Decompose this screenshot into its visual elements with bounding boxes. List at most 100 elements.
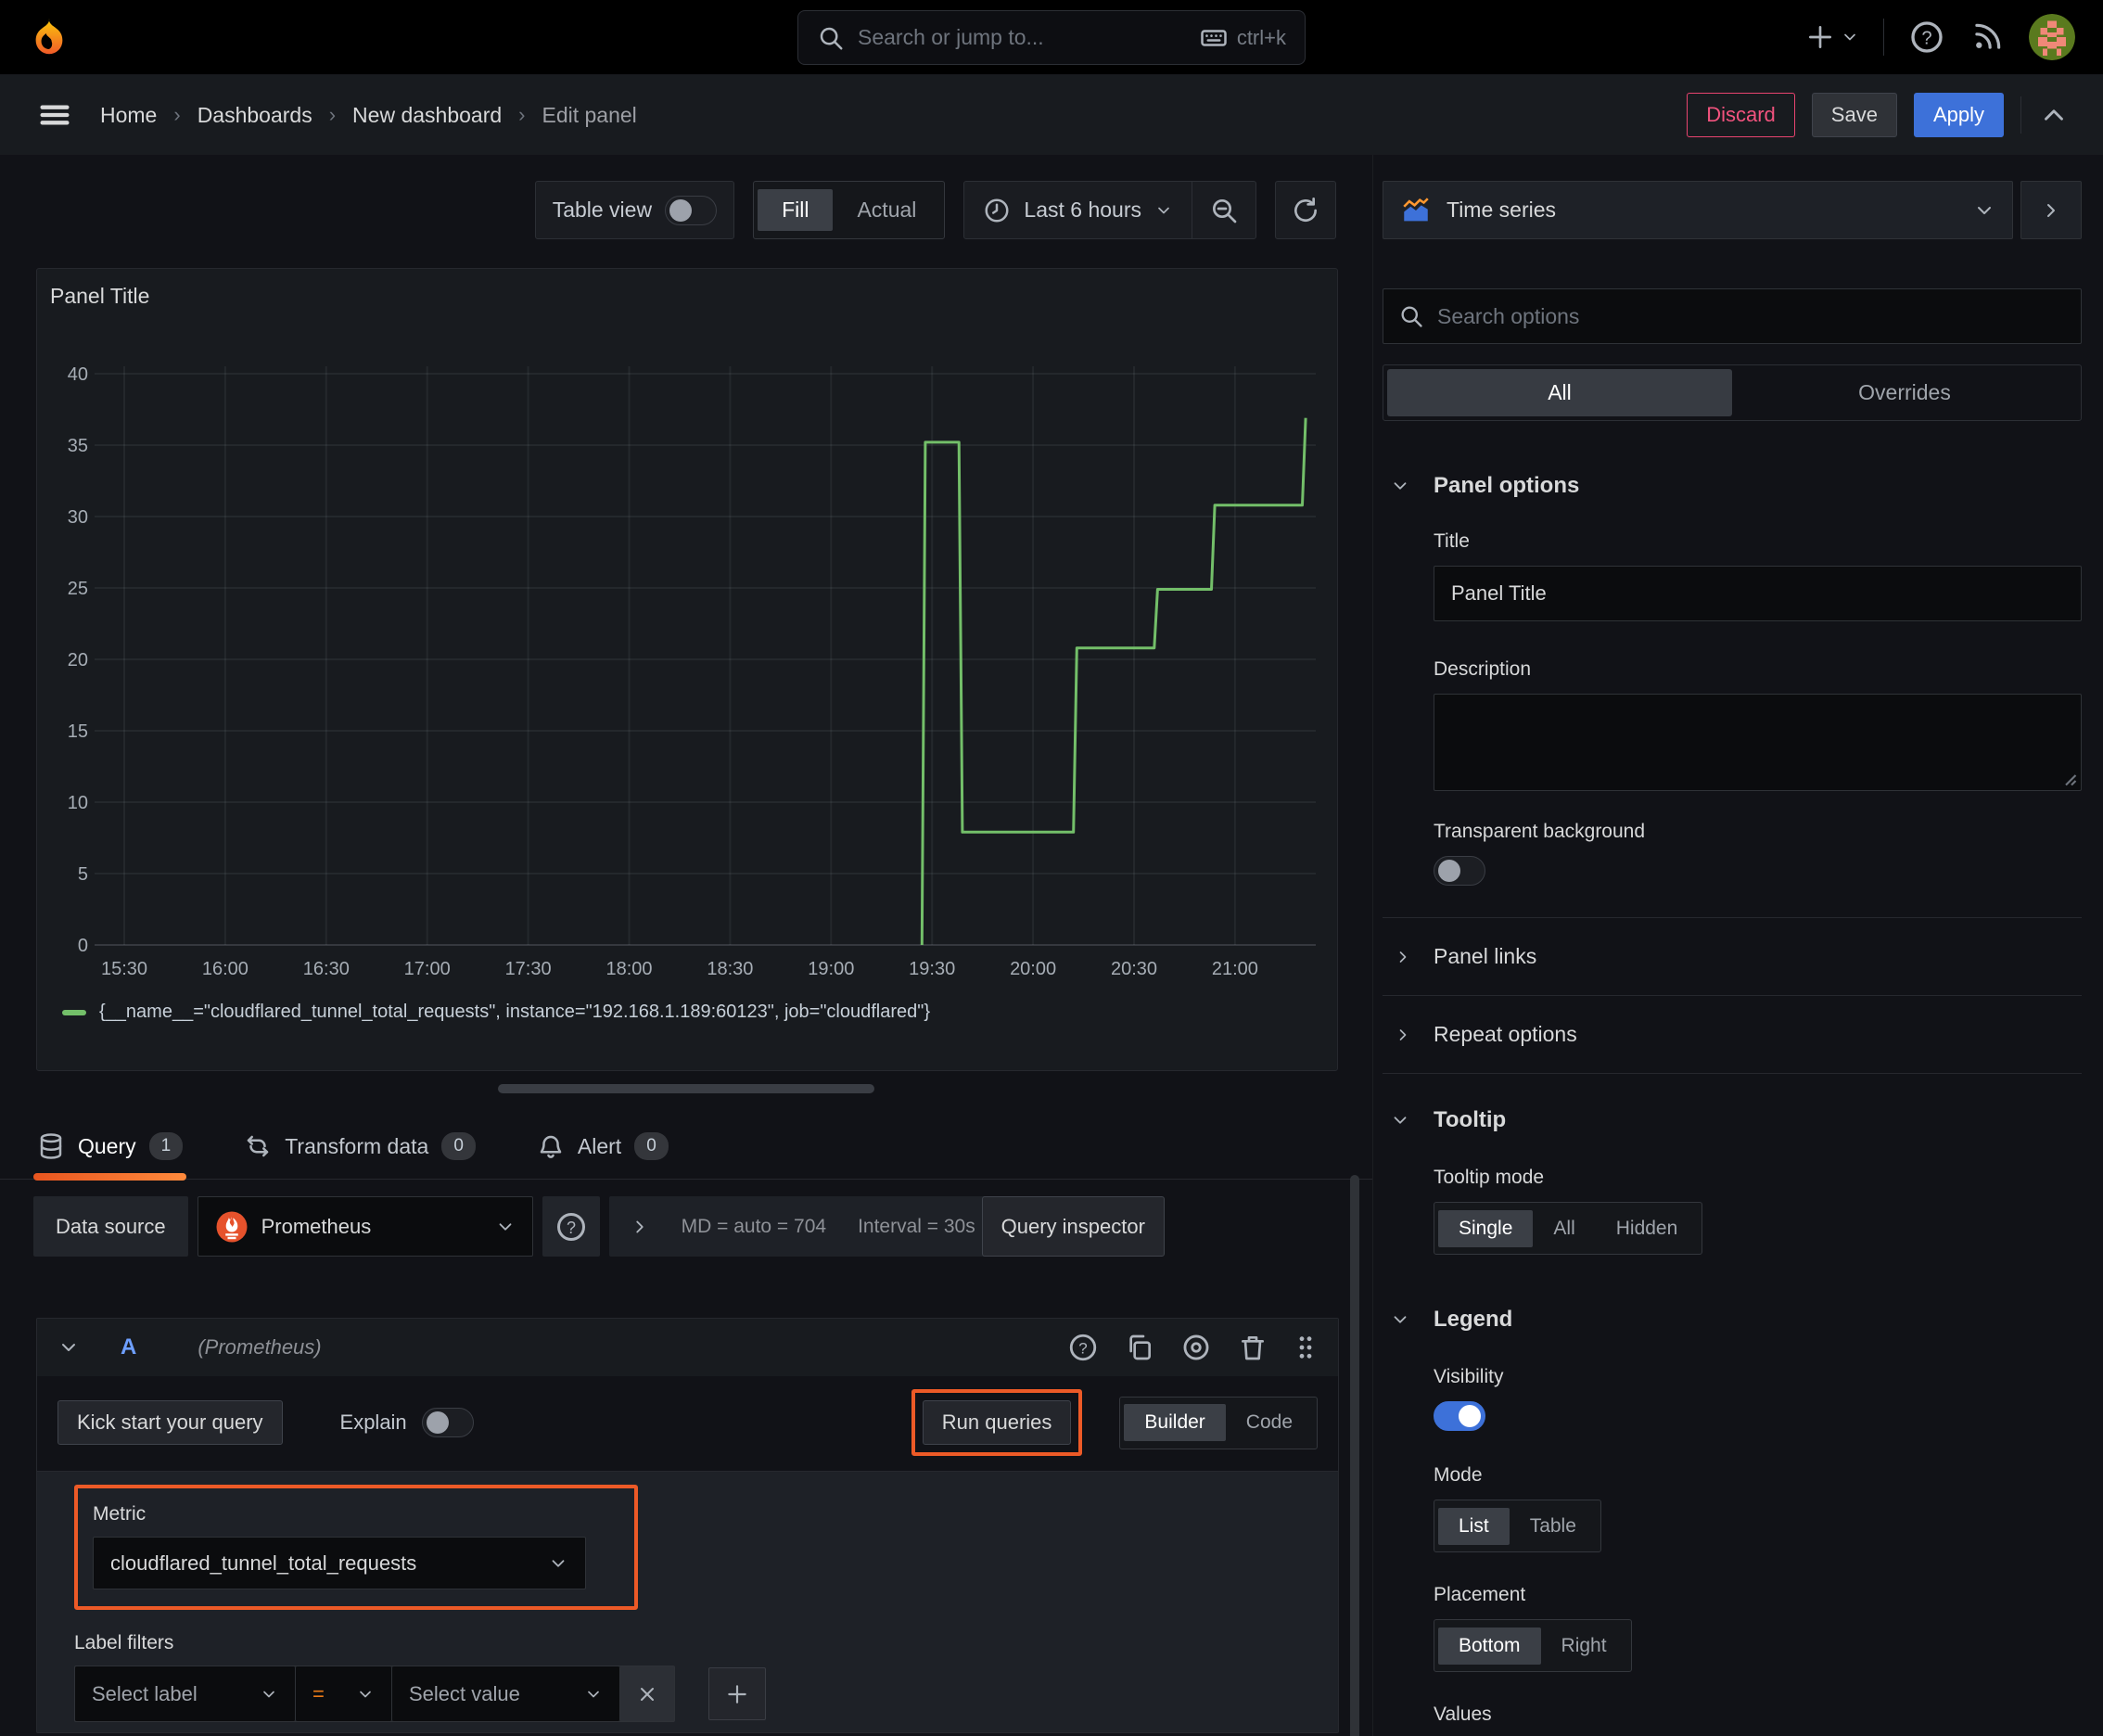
edit-panel-main: Table view Fill Actual Last 6 hours Pane… [0, 155, 1372, 1736]
legend-header[interactable]: Legend [1394, 1307, 2082, 1333]
panel-title-input[interactable] [1434, 566, 2082, 621]
tooltip-single-option[interactable]: Single [1438, 1209, 1534, 1247]
explain-label: Explain [339, 1410, 407, 1434]
user-avatar[interactable] [2029, 14, 2075, 60]
delete-query-trash-icon[interactable] [1238, 1333, 1268, 1362]
tooltip-hidden-option[interactable]: Hidden [1596, 1210, 1699, 1247]
legend-table-option[interactable]: Table [1510, 1508, 1597, 1545]
tooltip-header[interactable]: Tooltip [1394, 1107, 2082, 1133]
grafana-logo[interactable] [28, 16, 70, 58]
fill-option[interactable]: Fill [758, 189, 834, 231]
add-new-button[interactable] [1805, 22, 1859, 52]
tab-overrides[interactable]: Overrides [1732, 369, 2077, 416]
placement-bottom-option[interactable]: Bottom [1438, 1627, 1541, 1665]
datasource-help-button[interactable]: ? [542, 1196, 600, 1257]
svg-text:20:30: 20:30 [1111, 959, 1157, 979]
time-range-picker[interactable]: Last 6 hours [964, 197, 1192, 224]
panel-options-section: Panel options Title Description Transpar… [1383, 473, 2082, 886]
global-search[interactable]: ctrl+k [797, 10, 1306, 65]
breadcrumb-dashboards[interactable]: Dashboards [198, 103, 312, 128]
database-icon [37, 1132, 65, 1160]
panel-toolbar: Table view Fill Actual Last 6 hours [0, 181, 1336, 239]
legend-values-label: Values [1434, 1704, 1492, 1725]
transparent-background-toggle[interactable] [1434, 856, 1485, 886]
panel-options-header[interactable]: Panel options [1394, 473, 2082, 499]
kick-start-query-button[interactable]: Kick start your query [57, 1400, 283, 1445]
news-rss-icon[interactable] [1969, 19, 2005, 55]
svg-text:18:30: 18:30 [707, 959, 753, 979]
query-help-icon[interactable]: ? [1067, 1332, 1099, 1363]
save-button[interactable]: Save [1811, 93, 1897, 137]
chevron-down-icon[interactable] [57, 1336, 80, 1359]
visualization-type-picker[interactable]: Time series [1383, 181, 2013, 239]
collapse-chevron-up-icon[interactable] [2038, 99, 2070, 131]
duplicate-query-icon[interactable] [1125, 1333, 1154, 1362]
chart-legend[interactable]: {__name__="cloudflared_tunnel_total_requ… [62, 1002, 930, 1023]
chevron-down-icon [1390, 1309, 1410, 1330]
breadcrumb-new-dashboard[interactable]: New dashboard [352, 103, 502, 128]
tab-alert[interactable]: Alert 0 [533, 1117, 672, 1179]
legend-list-option[interactable]: List [1438, 1507, 1510, 1545]
fill-actual-segmented: Fill Actual [753, 181, 946, 239]
operator-dropdown[interactable]: = [296, 1666, 392, 1721]
query-builder-editor: Metric cloudflared_tunnel_total_requests… [37, 1471, 1338, 1732]
tab-all[interactable]: All [1387, 369, 1732, 416]
search-input[interactable] [858, 25, 1187, 50]
remove-filter-button[interactable] [620, 1666, 674, 1721]
table-view-toggle[interactable] [665, 195, 718, 225]
panel-links-header[interactable]: Panel links [1399, 918, 2082, 995]
prometheus-icon [215, 1210, 249, 1244]
discard-button[interactable]: Discard [1687, 93, 1795, 137]
metric-select[interactable]: cloudflared_tunnel_total_requests [93, 1537, 586, 1589]
query-inspector-button[interactable]: Query inspector [981, 1196, 1165, 1257]
vertical-scrollbar[interactable] [1350, 1175, 1359, 1736]
breadcrumb-separator: › [518, 103, 526, 126]
disable-query-eye-icon[interactable] [1180, 1332, 1212, 1363]
tab-transform-data[interactable]: Transform data 0 [240, 1117, 479, 1179]
legend-section: Legend Visibility Mode List Table Placem… [1383, 1307, 2082, 1736]
tab-query[interactable]: Query 1 [33, 1117, 187, 1181]
chevron-right-icon [1394, 1026, 1412, 1044]
visualization-panel[interactable]: Panel Title 0 5 10 15 20 25 30 35 40 15:30 16:00 16… [36, 268, 1338, 1071]
placement-right-option[interactable]: Right [1541, 1628, 1627, 1665]
legend-visibility-toggle[interactable] [1434, 1401, 1485, 1431]
breadcrumb-home[interactable]: Home [100, 103, 157, 128]
svg-text:15: 15 [68, 721, 88, 742]
code-option[interactable]: Code [1226, 1404, 1313, 1441]
legend-placement-segmented: Bottom Right [1434, 1619, 1632, 1672]
select-value-dropdown[interactable]: Select value [392, 1666, 620, 1721]
select-label-dropdown[interactable]: Select label [75, 1666, 296, 1721]
query-row-header[interactable]: A (Prometheus) ? [37, 1319, 1338, 1376]
collapse-options-pane-button[interactable] [2020, 181, 2082, 239]
tooltip-all-option[interactable]: All [1533, 1210, 1595, 1247]
refresh-button[interactable] [1275, 181, 1336, 239]
help-button[interactable]: ? [1908, 19, 1945, 56]
actual-option[interactable]: Actual [833, 189, 940, 231]
resize-handle-icon[interactable] [2060, 770, 2077, 786]
svg-text:16:30: 16:30 [303, 959, 350, 979]
hamburger-menu-icon[interactable] [33, 96, 76, 134]
annotation-box-metric: Metric cloudflared_tunnel_total_requests [74, 1485, 638, 1610]
drag-handle-icon[interactable] [1294, 1333, 1318, 1362]
apply-button[interactable]: Apply [1913, 93, 2004, 137]
builder-option[interactable]: Builder [1124, 1404, 1226, 1441]
repeat-options-header[interactable]: Repeat options [1399, 996, 2082, 1073]
repeat-options-section: Repeat options [1383, 996, 2082, 1073]
label-filters-row: Select label = Select value [74, 1666, 1312, 1722]
add-filter-button[interactable] [708, 1667, 766, 1720]
datasource-picker[interactable]: Prometheus [197, 1196, 533, 1257]
legend-mode-label: Mode [1434, 1464, 1483, 1486]
zoom-out-button[interactable] [1192, 196, 1255, 225]
metric-label: Metric [93, 1503, 147, 1525]
options-search-input[interactable] [1437, 303, 2066, 329]
refresh-icon [1291, 196, 1320, 225]
options-search[interactable] [1383, 288, 2082, 344]
horizontal-scrollbar[interactable] [498, 1084, 874, 1093]
run-queries-button[interactable]: Run queries [922, 1400, 1072, 1445]
explain-toggle[interactable] [421, 1408, 474, 1437]
svg-text:20: 20 [68, 650, 88, 670]
query-options-summary[interactable]: MD = auto = 704 Interval = 30s [608, 1196, 1025, 1257]
datasource-row: Data source Prometheus ? MD = auto = 704… [33, 1196, 1339, 1257]
label-filters-label: Label filters [74, 1632, 174, 1653]
panel-description-textarea[interactable] [1434, 694, 2082, 791]
